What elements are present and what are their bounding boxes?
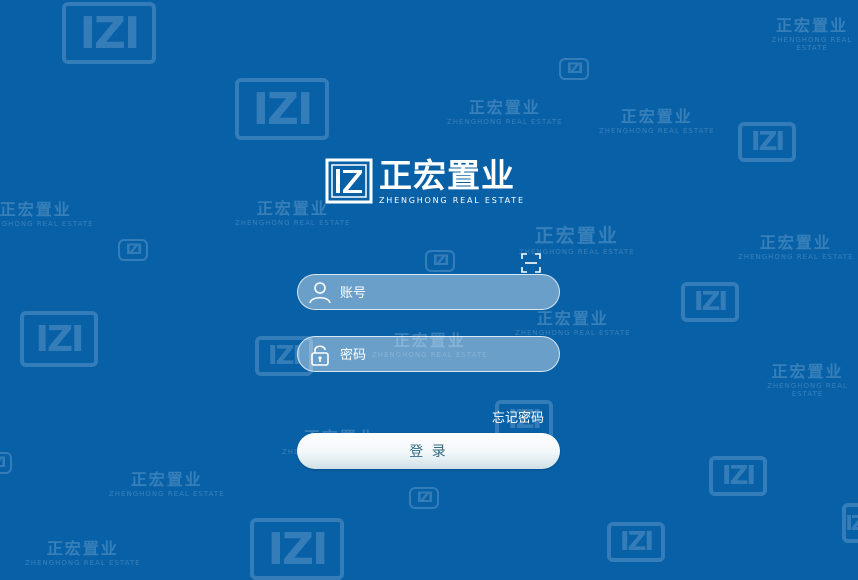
scan-icon: [521, 253, 541, 273]
watermark-text: 正宏置业ZHENGHONG REAL ESTATE: [771, 16, 853, 52]
password-field[interactable]: [297, 336, 560, 373]
watermark-logo: IZI: [709, 456, 767, 496]
watermark-logo: IZI: [681, 282, 739, 322]
watermark-logo: IZI: [20, 311, 98, 367]
watermark-text: 正宏置业ZHENGHONG REAL ESTATE: [0, 200, 94, 228]
brand-emblem-icon: [325, 158, 373, 204]
watermark-text: 正宏置业ZHENGHONG REAL ESTATE: [109, 470, 225, 498]
brand-name-en: ZHENGHONG REAL ESTATE: [379, 196, 525, 205]
watermark-logo: IZI: [738, 122, 796, 162]
watermark-text: 正宏置业ZHENGHONG REAL ESTATE: [447, 98, 563, 126]
watermark-text: 正宏置业ZHENGHONG REAL ESTATE: [519, 225, 635, 256]
brand-name-cn: 正宏置业: [379, 156, 515, 195]
brand-logo: 正宏置业 ZHENGHONG REAL ESTATE: [325, 158, 525, 208]
watermark-logo: IZI: [235, 78, 329, 140]
watermark-text: 正宏置业ZHENGHONG REAL ESTATE: [767, 362, 848, 398]
watermark-logo: IZI: [559, 58, 589, 80]
account-input[interactable]: [338, 275, 552, 311]
user-icon: [309, 282, 331, 304]
watermark-logo: IZI: [250, 518, 344, 580]
forgot-password-link[interactable]: 忘记密码: [492, 407, 544, 426]
scan-button[interactable]: [521, 253, 541, 273]
watermark-logo: IZI: [607, 522, 665, 562]
login-button[interactable]: 登 录: [297, 433, 560, 469]
account-field[interactable]: [297, 274, 560, 311]
watermark-text: 正宏置业ZHENGHONG REAL ESTATE: [599, 107, 715, 135]
watermark-logo: IZI: [409, 487, 439, 509]
password-input[interactable]: [338, 337, 552, 373]
lock-icon: [311, 345, 329, 366]
watermark-logo: IZI: [118, 239, 148, 261]
watermark-text: 正宏置业ZHENGHONG REAL ESTATE: [738, 233, 854, 261]
watermark-text: 正宏置业ZHENGHONG REAL ESTATE: [25, 539, 141, 567]
watermark-logo: IZI: [62, 2, 156, 64]
watermark-logo: IZI: [842, 503, 858, 543]
watermark-logo: IZI: [425, 250, 455, 272]
watermark-logo: IZI: [0, 452, 12, 474]
